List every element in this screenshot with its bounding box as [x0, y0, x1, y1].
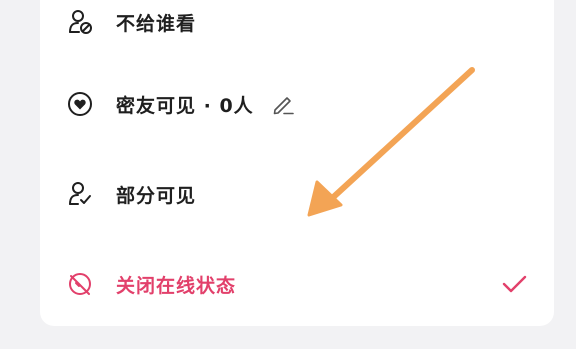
option-label: 部分可见	[116, 184, 197, 207]
option-label: 关闭在线状态	[116, 274, 237, 297]
checkmark-icon	[498, 268, 530, 300]
option-turn-off-online-status[interactable]: 关闭在线状态	[66, 262, 236, 306]
pencil-edit-icon[interactable]	[270, 91, 296, 117]
option-close-friends[interactable]: 密友可见 · 0人	[66, 82, 296, 126]
heart-circle-icon	[66, 90, 94, 118]
option-partially-visible[interactable]: 部分可见	[66, 172, 196, 216]
offline-icon	[66, 270, 94, 298]
user-block-icon	[66, 8, 94, 36]
settings-screen: 不给谁看 密友可见 · 0人 部分可见 关闭在线状态	[0, 0, 576, 349]
user-check-icon	[66, 180, 94, 208]
option-hide-from[interactable]: 不给谁看	[66, 0, 196, 44]
option-label: 密友可见 · 0人	[116, 94, 254, 117]
option-label: 不给谁看	[116, 12, 197, 35]
